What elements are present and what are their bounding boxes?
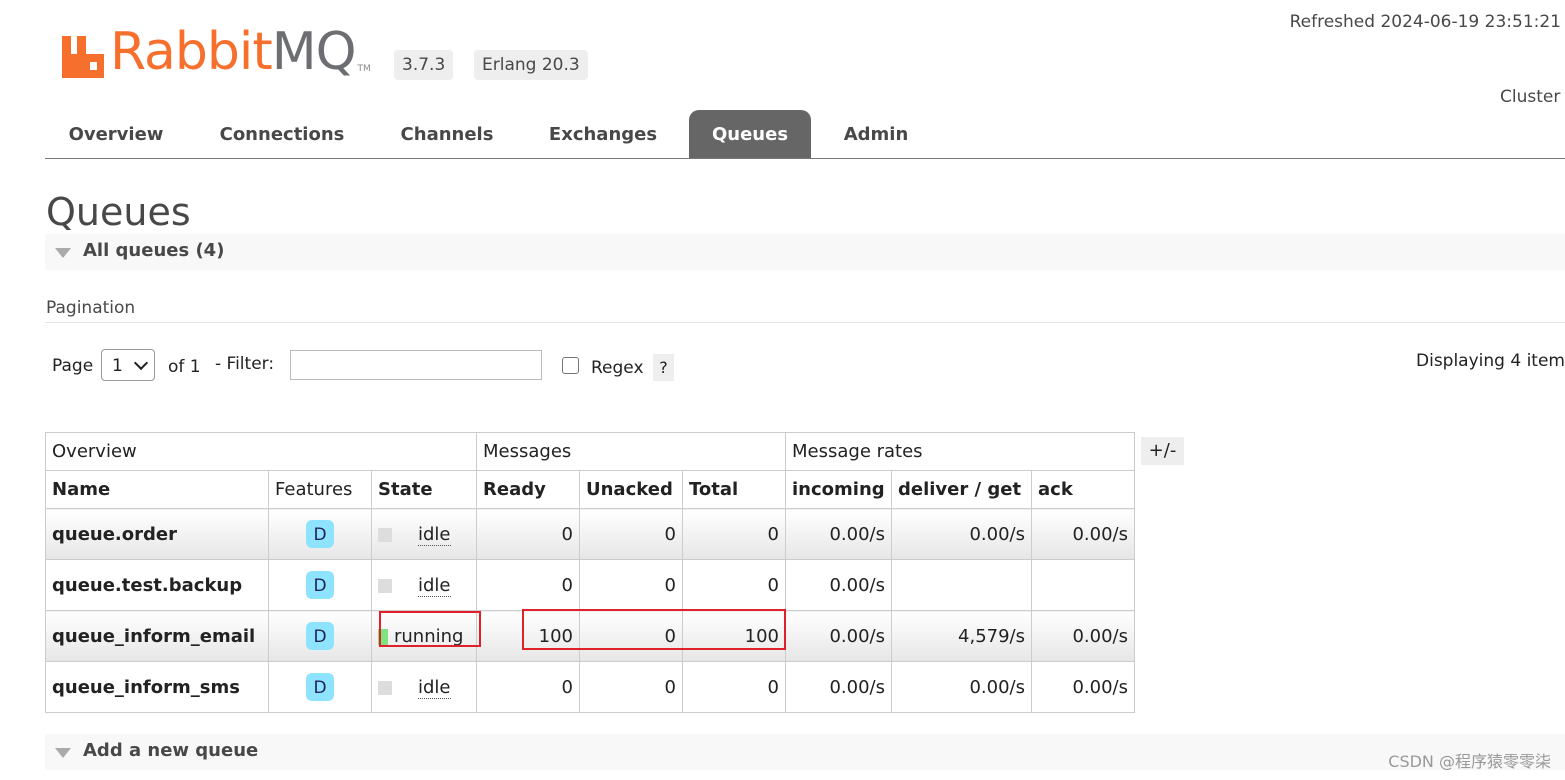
tab-queues[interactable]: Queues <box>689 110 811 158</box>
add-queue-section-toggle[interactable]: Add a new queue <box>45 734 1565 770</box>
total-count: 0 <box>682 559 786 611</box>
main-nav-tabs: Overview Connections Channels Exchanges … <box>45 110 1565 159</box>
col-header-state[interactable]: State <box>371 470 477 509</box>
deliver-get-rate: 4,579/s <box>891 610 1032 662</box>
queue-name-link[interactable]: queue_inform_email <box>45 610 269 662</box>
col-header-ready[interactable]: Ready <box>476 470 580 509</box>
refreshed-timestamp[interactable]: Refreshed 2024-06-19 23:51:21 <box>1290 12 1561 32</box>
tab-channels[interactable]: Channels <box>391 110 503 158</box>
deliver-get-rate: 0.00/s <box>891 508 1032 560</box>
page-of-label: of 1 <box>168 357 201 377</box>
cluster-label: Cluster <box>1500 87 1561 107</box>
erlang-version-badge: Erlang 20.3 <box>474 50 588 80</box>
table-row[interactable]: queue.test.backup D idle 0 0 0 0.00/s <box>45 559 1135 611</box>
durable-feature-badge: D <box>306 673 334 701</box>
unacked-count: 0 <box>579 559 683 611</box>
unacked-count: 0 <box>579 508 683 560</box>
state-indicator-icon <box>378 527 392 542</box>
deliver-get-rate <box>891 559 1032 611</box>
page-title: Queues <box>46 190 191 234</box>
collapse-triangle-icon <box>55 748 71 758</box>
deliver-get-rate: 0.00/s <box>891 661 1032 713</box>
state-text: idle <box>418 523 451 546</box>
help-button[interactable]: ? <box>653 354 674 381</box>
col-header-incoming[interactable]: incoming <box>785 470 892 509</box>
ack-rate: 0.00/s <box>1031 610 1135 662</box>
filter-label: - Filter: <box>215 354 275 374</box>
queue-name-link[interactable]: queue.test.backup <box>45 559 269 611</box>
group-header-overview: Overview <box>45 432 477 471</box>
rabbit-logo-icon <box>62 28 106 78</box>
durable-feature-badge: D <box>306 571 334 599</box>
regex-label: Regex <box>591 358 644 378</box>
column-options-button[interactable]: +/- <box>1141 437 1184 465</box>
incoming-rate: 0.00/s <box>785 661 892 713</box>
group-header-message-rates: Message rates <box>785 432 1135 471</box>
page-select[interactable]: 1 <box>101 349 155 381</box>
add-queue-label: Add a new queue <box>83 740 259 761</box>
state-text: idle <box>418 676 451 699</box>
queues-table: Overview Messages Message rates Name Fea… <box>45 432 1135 713</box>
col-header-total[interactable]: Total <box>682 470 786 509</box>
ack-rate <box>1031 559 1135 611</box>
col-header-unacked[interactable]: Unacked <box>579 470 683 509</box>
ready-count: 0 <box>476 559 580 611</box>
page-label: Page <box>52 356 94 376</box>
tab-admin[interactable]: Admin <box>831 110 921 158</box>
highlight-box-messages <box>522 609 786 650</box>
all-queues-label: All queues (4) <box>83 240 225 261</box>
incoming-rate: 0.00/s <box>785 610 892 662</box>
incoming-rate: 0.00/s <box>785 508 892 560</box>
state-indicator-icon <box>378 680 392 695</box>
col-header-deliver-get[interactable]: deliver / get <box>891 470 1032 509</box>
collapse-triangle-icon <box>55 248 71 258</box>
durable-feature-badge: D <box>306 520 334 548</box>
unacked-count: 0 <box>579 661 683 713</box>
state-text: idle <box>418 574 451 597</box>
table-row[interactable]: queue.order D idle 0 0 0 0.00/s 0.00/s 0… <box>45 508 1135 560</box>
version-badge: 3.7.3 <box>394 50 454 80</box>
col-header-ack[interactable]: ack <box>1031 470 1135 509</box>
incoming-rate: 0.00/s <box>785 559 892 611</box>
durable-feature-badge: D <box>306 622 334 650</box>
rabbitmq-logo[interactable]: RabbitMQ TM <box>62 18 371 78</box>
ready-count: 0 <box>476 661 580 713</box>
tab-exchanges[interactable]: Exchanges <box>539 110 667 158</box>
col-header-features: Features <box>268 470 372 509</box>
col-header-name[interactable]: Name <box>45 470 269 509</box>
regex-checkbox[interactable] <box>562 357 579 374</box>
pagination-heading: Pagination <box>46 298 136 318</box>
ack-rate: 0.00/s <box>1031 508 1135 560</box>
queue-name-link[interactable]: queue.order <box>45 508 269 560</box>
queue-name-link[interactable]: queue_inform_sms <box>45 661 269 713</box>
state-indicator-icon <box>378 578 392 593</box>
displaying-count: Displaying 4 item <box>1416 351 1565 371</box>
tab-connections[interactable]: Connections <box>211 110 353 158</box>
divider <box>45 322 1565 323</box>
table-row[interactable]: queue_inform_sms D idle 0 0 0 0.00/s 0.0… <box>45 661 1135 713</box>
all-queues-section-toggle[interactable]: All queues (4) <box>45 234 1565 270</box>
ack-rate: 0.00/s <box>1031 661 1135 713</box>
filter-input[interactable] <box>290 350 542 380</box>
ready-count: 0 <box>476 508 580 560</box>
highlight-box-state <box>379 611 481 647</box>
tab-overview[interactable]: Overview <box>57 110 175 158</box>
group-header-messages: Messages <box>476 432 786 471</box>
csdn-watermark: CSDN @程序猿零零柒 <box>1388 752 1551 771</box>
total-count: 0 <box>682 661 786 713</box>
total-count: 0 <box>682 508 786 560</box>
chevron-down-icon <box>133 355 149 371</box>
